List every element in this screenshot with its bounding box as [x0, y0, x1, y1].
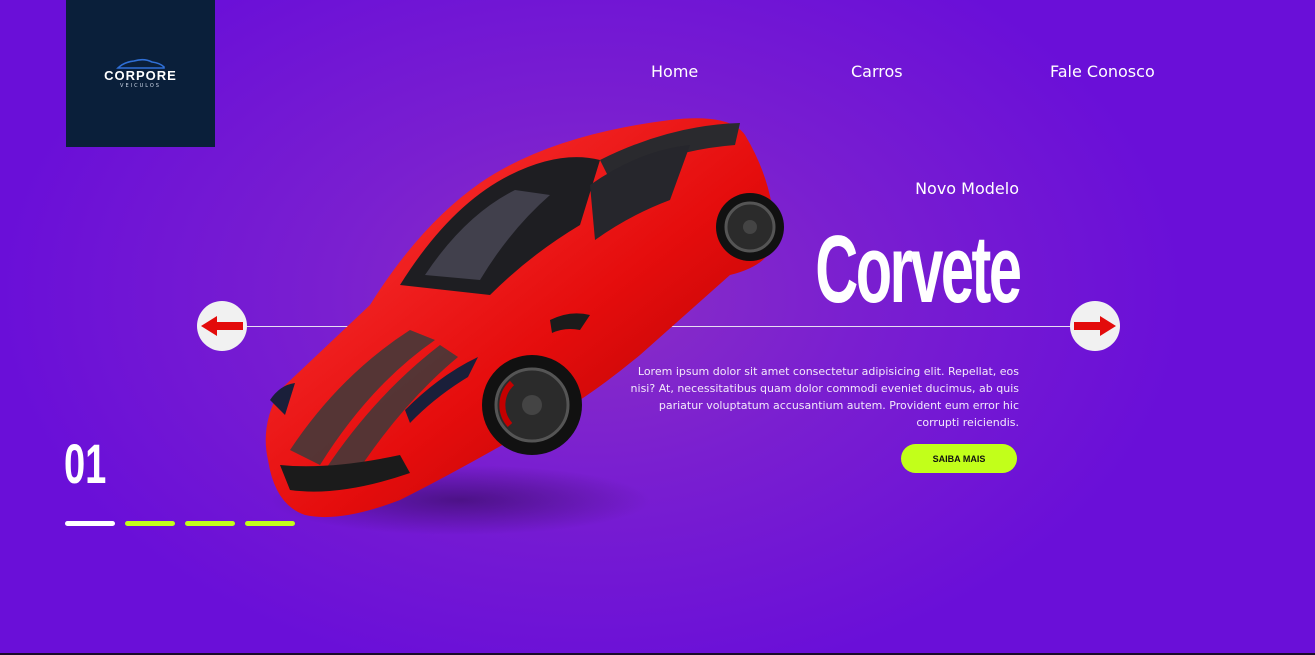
saiba-mais-button[interactable]: SAIBA MAIS — [901, 444, 1017, 473]
hero-subtitle: Novo Modelo — [915, 179, 1019, 198]
slide-indicator-4[interactable] — [245, 521, 295, 526]
slide-number: 01 — [64, 432, 107, 495]
slide-indicator-2[interactable] — [125, 521, 175, 526]
slide-indicator-1[interactable] — [65, 521, 115, 526]
prev-slide-button[interactable] — [197, 301, 247, 351]
nav-home[interactable]: Home — [651, 62, 698, 81]
car-image — [265, 118, 784, 535]
slide-indicator-3[interactable] — [185, 521, 235, 526]
nav-cars[interactable]: Carros — [851, 62, 903, 81]
next-slide-button[interactable] — [1070, 301, 1120, 351]
arrow-left-icon — [201, 316, 243, 336]
slide-indicators — [65, 521, 295, 526]
hero-description: Lorem ipsum dolor sit amet consectetur a… — [630, 365, 1019, 429]
model-title: Corvete — [814, 216, 1022, 323]
main-nav: Home Carros Fale Conosco — [0, 62, 1315, 84]
arrow-right-icon — [1074, 316, 1116, 336]
nav-contact[interactable]: Fale Conosco — [1050, 62, 1155, 81]
